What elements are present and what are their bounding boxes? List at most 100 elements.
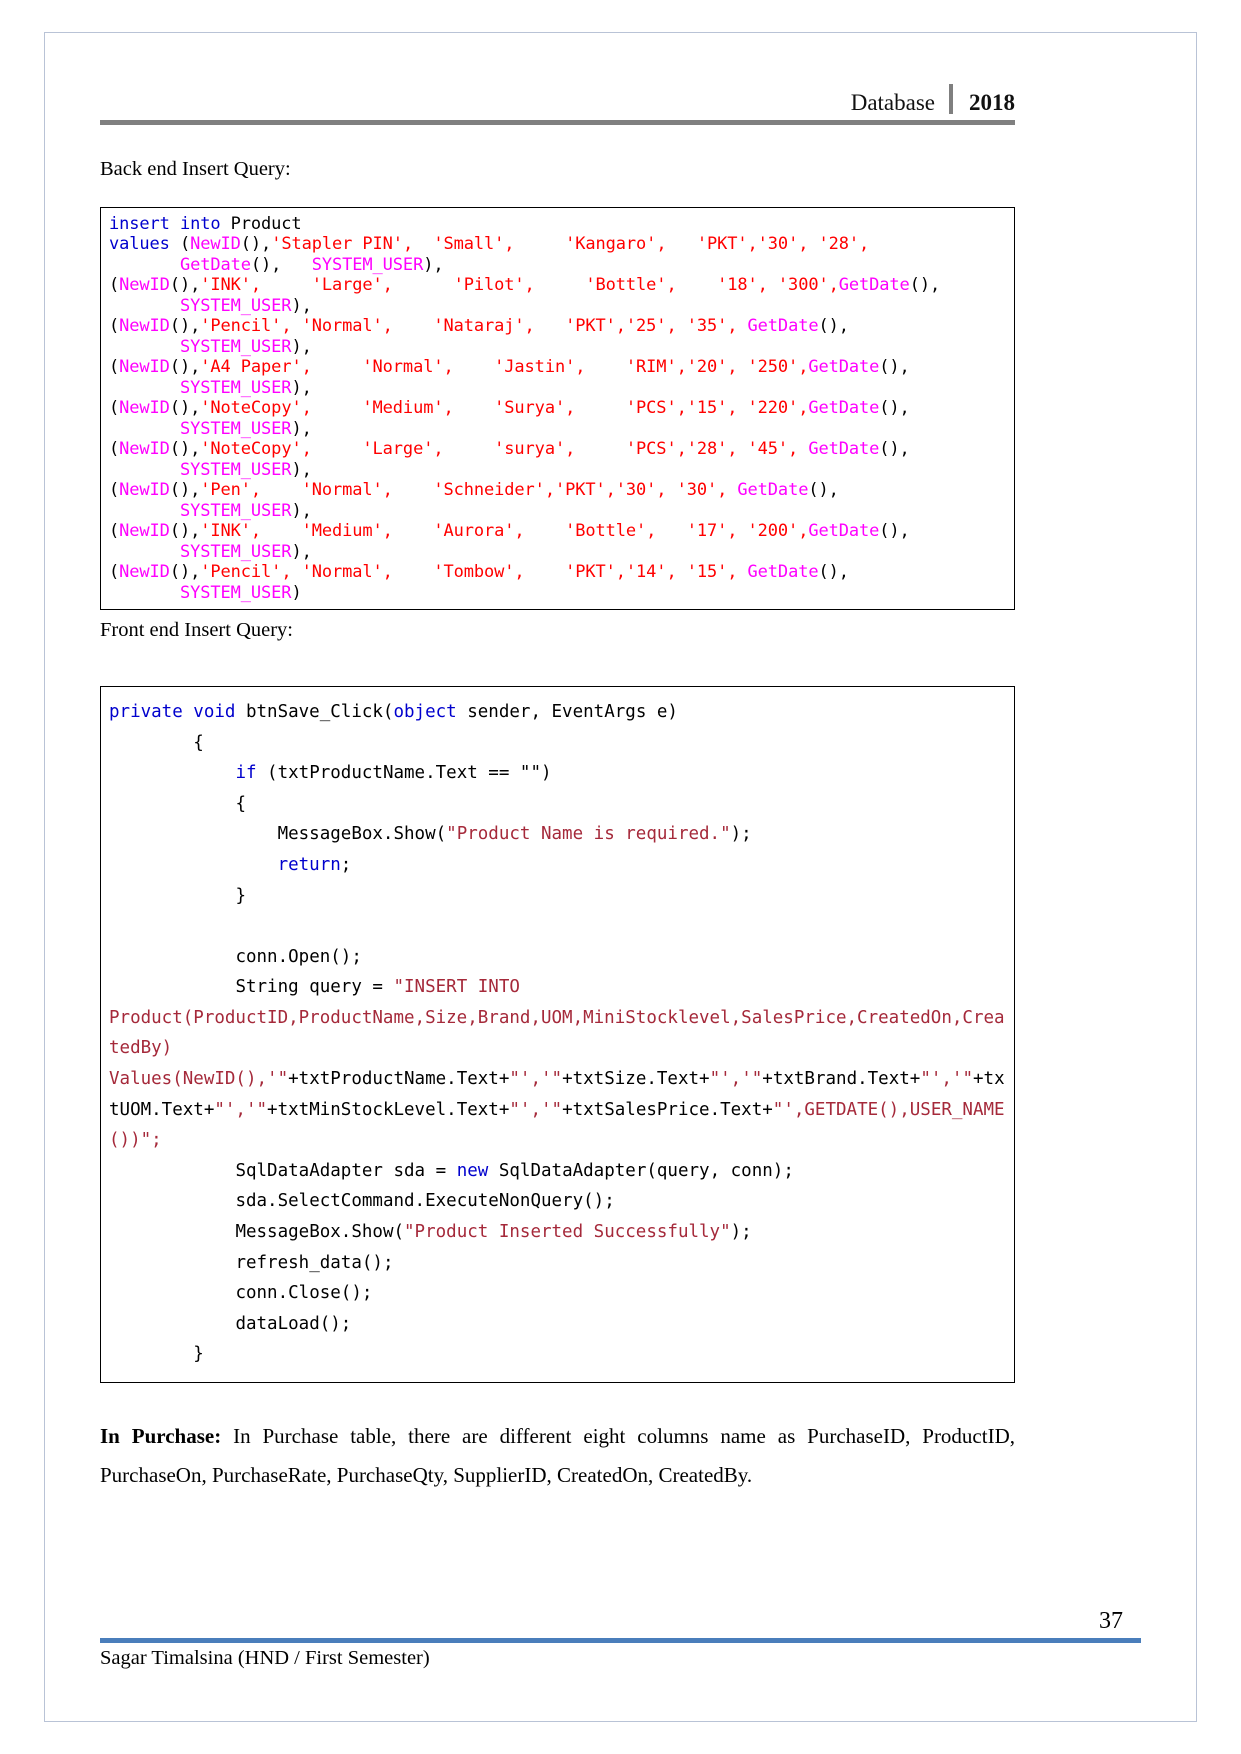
code-token: NewID	[119, 439, 170, 460]
code-token: "','"	[920, 1069, 974, 1090]
code-token: ),	[291, 295, 312, 316]
header-year: 2018	[969, 90, 1015, 115]
code-token: {	[109, 793, 246, 814]
closing-paragraph: In Purchase: In Purchase table, there ar…	[100, 1417, 1015, 1495]
code-token: (),	[808, 480, 839, 501]
code-token: (	[109, 398, 120, 419]
code-token: object	[393, 701, 457, 722]
code-token: "','"	[709, 1069, 763, 1090]
code-token: (),	[169, 562, 201, 583]
code-token: SYSTEM_USER	[179, 418, 292, 439]
code-token: GetDate	[808, 357, 880, 378]
code-token: GetDate	[808, 439, 880, 460]
code-token: (	[109, 275, 120, 296]
code-token: SYSTEM_USER	[179, 336, 292, 357]
code-token: "Product Name is required."	[446, 824, 731, 845]
code-token: NewID	[119, 521, 170, 542]
page-number: 37	[1099, 1608, 1123, 1634]
code-token: (	[109, 562, 120, 583]
code-token: GetDate	[179, 254, 251, 275]
code-token: NewID	[119, 316, 170, 337]
code-token: Values(NewID(),'"	[109, 1069, 289, 1090]
code-token: (),	[818, 316, 849, 337]
code-token: sender, EventArgs e)	[456, 701, 678, 722]
code-token: (	[109, 439, 120, 460]
code-token: (txtProductName.Text == "")	[256, 763, 552, 784]
code-token: +txtSalesPrice.Text+	[562, 1099, 773, 1120]
code-token: (),	[169, 439, 201, 460]
code-token: SYSTEM_USER	[179, 295, 292, 316]
code-token: +txtBrand.Text+	[762, 1069, 921, 1090]
code-token: (),	[879, 357, 910, 378]
code-token: "Product Inserted Successfully"	[404, 1222, 731, 1243]
code-token: ),	[291, 459, 312, 480]
backend-code-block: insert into Product values (NewID(),'Sta…	[100, 206, 1015, 611]
code-token: (),	[169, 357, 201, 378]
code-token: )	[291, 582, 302, 603]
code-token: NewID	[119, 562, 170, 583]
backend-code-text: insert into Product values (NewID(),'Sta…	[109, 214, 1014, 604]
code-token: (),	[169, 398, 201, 419]
footer-rule: 37	[100, 1608, 1141, 1643]
running-header: Database 2018	[100, 62, 1015, 114]
code-token: +txtProductName.Text+	[288, 1069, 510, 1090]
code-token: ),	[291, 336, 312, 357]
code-token: MessageBox.Show(	[109, 1222, 405, 1243]
code-token: "','"	[509, 1069, 563, 1090]
code-token: +txtMinStockLevel.Text+	[267, 1099, 510, 1120]
code-token: NewID	[119, 480, 170, 501]
code-token: insert into	[109, 213, 231, 234]
document-page: Database 2018 Back end Insert Query: ins…	[0, 0, 1241, 1754]
closing-lead: In Purchase:	[100, 1424, 222, 1448]
code-token: +txtSize.Text+	[562, 1069, 710, 1090]
frontend-caption: Front end Insert Query:	[100, 619, 293, 642]
code-token: );	[730, 1222, 752, 1243]
code-token: (),	[909, 275, 941, 296]
footer-row: Sagar Timalsina (HND / First Semester)	[100, 1647, 1141, 1670]
code-token: (),	[879, 521, 910, 542]
code-token: (),	[240, 234, 272, 255]
code-token: SYSTEM_USER	[179, 500, 292, 521]
code-token: 'Stapler PIN', 'Small', 'Kangaro', 'PKT'…	[271, 234, 870, 255]
code-token: 'A4 Paper', 'Normal', 'Jastin', 'RIM','2…	[200, 357, 809, 378]
code-token: conn.Close();	[109, 1283, 373, 1304]
code-token: }	[109, 885, 246, 906]
backend-caption: Back end Insert Query:	[100, 158, 291, 180]
code-token: 'Pencil', 'Normal', 'Nataraj', 'PKT','25…	[200, 316, 748, 337]
frontend-code-block: private void btnSave_Click(object sender…	[100, 685, 1015, 1383]
code-token: "','"	[509, 1099, 563, 1120]
page-footer: 37 Sagar Timalsina (HND / First Semester…	[100, 1608, 1141, 1670]
code-token: 'Pencil', 'Normal', 'Tombow', 'PKT','14'…	[200, 562, 748, 583]
code-token: conn.Open();	[109, 946, 362, 967]
code-token: NewID	[119, 275, 170, 296]
code-token: (),	[169, 275, 201, 296]
code-token: values	[109, 234, 180, 255]
code-token: GetDate	[737, 480, 809, 501]
code-token: GetDate	[747, 562, 819, 583]
code-token: Product	[230, 213, 302, 234]
code-token: "','"	[214, 1099, 268, 1120]
code-token: }	[109, 1344, 204, 1365]
code-token: MessageBox.Show(	[109, 824, 447, 845]
code-token: dataLoad();	[109, 1313, 352, 1334]
code-token: SYSTEM_USER	[179, 582, 292, 603]
header-title: Database	[850, 90, 935, 115]
code-token: (	[109, 316, 120, 337]
code-token: btnSave_Click(	[245, 701, 394, 722]
code-token: {	[109, 732, 204, 753]
code-token: SYSTEM_USER	[179, 459, 292, 480]
code-token: SYSTEM_USER	[179, 377, 292, 398]
code-token: GetDate	[808, 521, 880, 542]
footer-author: Sagar Timalsina (HND / First Semester)	[100, 1647, 430, 1669]
code-token: ),	[291, 418, 312, 439]
code-token: );	[730, 824, 752, 845]
code-token: SqlDataAdapter(query, conn);	[488, 1160, 794, 1181]
